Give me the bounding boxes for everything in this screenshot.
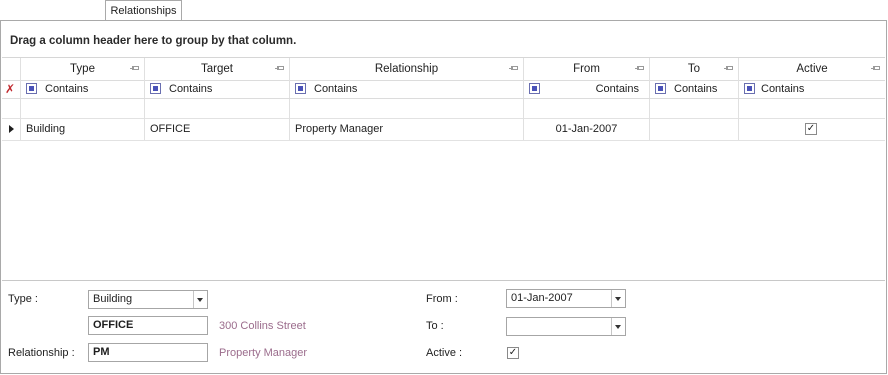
from-date-value: 01-Jan-2007: [511, 292, 573, 304]
filter-clear-icon[interactable]: ✗: [5, 81, 15, 97]
active-checkbox[interactable]: ✓: [805, 123, 817, 135]
chevron-down-icon[interactable]: [193, 291, 207, 308]
column-header-label: To: [687, 63, 701, 75]
filter-operator-label: Contains: [45, 83, 89, 95]
to-date-picker[interactable]: [506, 317, 626, 336]
filter-operator-icon[interactable]: [295, 83, 306, 94]
to-label: To :: [426, 320, 444, 332]
column-header-label: Type: [70, 63, 95, 75]
relationship-description: Property Manager: [219, 347, 308, 359]
filter-operator-label: Contains: [314, 83, 358, 95]
chevron-down-icon[interactable]: [611, 290, 625, 307]
active-label: Active :: [426, 347, 463, 359]
cell-active[interactable]: ✓: [739, 118, 885, 140]
filter-operator-icon[interactable]: [150, 83, 161, 94]
target-description: 300 Collins Street: [219, 320, 306, 332]
chevron-down-icon[interactable]: [611, 318, 625, 335]
column-header-active[interactable]: Active: [739, 58, 885, 80]
cell-target[interactable]: OFFICE: [145, 118, 290, 140]
column-header-target[interactable]: Target: [145, 58, 290, 80]
pin-icon[interactable]: [871, 66, 880, 70]
table-row[interactable]: Building OFFICE Property Manager 01-Jan-…: [2, 118, 885, 141]
filter-operator-label: Contains: [169, 83, 213, 95]
pin-icon[interactable]: [275, 66, 284, 70]
filter-input-active[interactable]: [739, 99, 885, 118]
group-by-hint: Drag a column header here to group by th…: [10, 35, 297, 47]
relationship-label: Relationship :: [8, 347, 75, 359]
column-header-relationship[interactable]: Relationship: [290, 58, 524, 80]
column-header-label: Active: [796, 63, 828, 75]
cell-type[interactable]: Building: [21, 118, 145, 140]
filter-cell-type[interactable]: Contains: [21, 80, 145, 98]
from-date-picker[interactable]: 01-Jan-2007: [506, 289, 626, 308]
column-header-type[interactable]: Type: [21, 58, 145, 80]
relationship-code-field[interactable]: PM: [88, 343, 208, 362]
filter-cell-relationship[interactable]: Contains: [290, 80, 524, 98]
column-header-label: Target: [201, 63, 233, 75]
tab-relationships[interactable]: Relationships: [105, 0, 182, 20]
target-code-field[interactable]: OFFICE: [88, 316, 208, 335]
pin-icon[interactable]: [130, 66, 139, 70]
filter-operator-icon[interactable]: [529, 83, 540, 94]
filter-operator-label: Contains: [674, 83, 718, 95]
grid-header-row: Type Target Relationship From To Active: [2, 58, 885, 81]
filter-cell-active[interactable]: Contains: [739, 80, 885, 98]
filter-indicator-cell: ✗: [2, 80, 21, 98]
column-header-to[interactable]: To: [650, 58, 739, 80]
filter-cell-target[interactable]: Contains: [145, 80, 290, 98]
type-dropdown-value: Building: [93, 293, 133, 305]
current-row-icon: [9, 125, 14, 133]
filter-input-relationship[interactable]: [290, 99, 524, 118]
filter-cell-from[interactable]: Contains: [524, 80, 650, 98]
filter-input-row: [2, 99, 885, 119]
filter-cell-to[interactable]: Contains: [650, 80, 739, 98]
filter-input-type[interactable]: [21, 99, 145, 118]
relationships-grid: Type Target Relationship From To Active …: [2, 57, 885, 281]
filter-input-target[interactable]: [145, 99, 290, 118]
filter-input-to[interactable]: [650, 99, 739, 118]
header-indicator-cell: [2, 58, 21, 80]
row-indicator-cell: [2, 118, 21, 140]
cell-to[interactable]: [650, 118, 739, 140]
cell-from[interactable]: 01-Jan-2007: [524, 118, 650, 140]
type-label: Type :: [8, 293, 38, 305]
column-header-label: From: [573, 63, 600, 75]
pin-icon[interactable]: [635, 66, 644, 70]
filter-operator-icon[interactable]: [26, 83, 37, 94]
type-dropdown[interactable]: Building: [88, 290, 208, 309]
pin-icon[interactable]: [509, 66, 518, 70]
column-header-label: Relationship: [374, 63, 439, 75]
filter-operator-label: Contains: [761, 83, 805, 95]
filter-input-from[interactable]: [524, 99, 650, 118]
cell-relationship[interactable]: Property Manager: [290, 118, 524, 140]
filter-input-indicator: [2, 99, 21, 118]
column-header-from[interactable]: From: [524, 58, 650, 80]
filter-row: ✗ Contains Contains Contains Contains Co…: [2, 80, 885, 99]
filter-operator-label: Contains: [595, 83, 639, 95]
from-label: From :: [426, 293, 458, 305]
filter-operator-icon[interactable]: [655, 83, 666, 94]
active-checkbox-field[interactable]: ✓: [507, 347, 519, 359]
filter-operator-icon[interactable]: [744, 83, 755, 94]
pin-icon[interactable]: [724, 66, 733, 70]
